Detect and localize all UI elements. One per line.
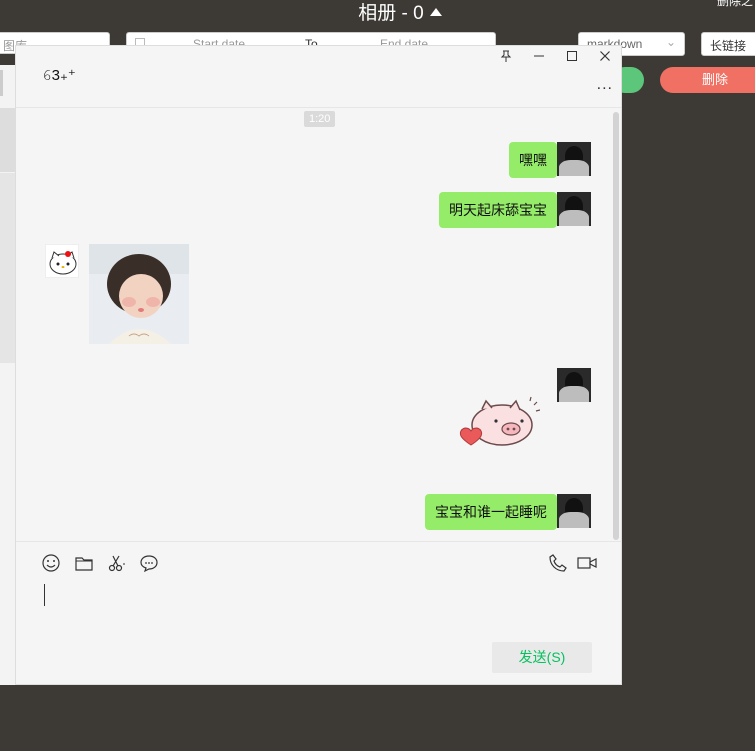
close-icon[interactable] [596,50,614,65]
scissors-icon[interactable] [106,552,128,574]
maximize-icon[interactable] [563,50,581,65]
chat-header: 𝟼3₊⁺ ... [16,46,621,108]
minimize-icon[interactable] [530,50,548,65]
message-bubble[interactable]: 嘿嘿 [509,142,563,178]
my-avatar[interactable] [557,494,591,528]
video-icon[interactable] [576,552,598,574]
my-avatar[interactable] [557,192,591,226]
phone-icon[interactable] [547,552,569,574]
my-avatar[interactable] [557,368,591,402]
folder-icon[interactable] [73,552,95,574]
delete-button[interactable]: 删除 [660,67,755,93]
my-avatar[interactable] [557,142,591,176]
chevron-down-icon: ⌄ [665,35,676,49]
send-button[interactable]: 发送(S) [492,642,592,673]
emoji-icon[interactable] [40,552,62,574]
message-bubble[interactable]: 宝宝和谁一起睡呢 [425,494,563,530]
message-input-area[interactable]: 发送(S) [16,541,621,686]
chat-bubble-icon[interactable] [138,552,160,574]
image-message-baby[interactable] [89,244,189,344]
album-title: 相册 - 0 [0,0,755,25]
chat-window: 𝟼3₊⁺ ... 1:20 嘿嘿 明天起床舔宝宝 宝宝和谁一起睡呢 发送(S) [15,45,622,685]
caret-up-icon[interactable] [429,8,442,16]
long-link-button[interactable]: 长链接 [701,32,755,56]
contact-name[interactable]: 𝟼3₊⁺ [42,66,76,84]
message-list: 1:20 嘿嘿 明天起床舔宝宝 宝宝和谁一起睡呢 [16,109,621,541]
contact-avatar[interactable] [45,244,79,278]
scrollbar[interactable] [613,112,619,540]
message-bubble[interactable]: 明天起床舔宝宝 [439,192,563,228]
more-options-icon[interactable]: ... [597,76,613,94]
pin-icon[interactable] [497,50,515,65]
sticker-pig-heart[interactable] [456,391,541,449]
text-cursor [44,584,45,606]
top-right-label[interactable]: 删除之 [717,0,753,9]
time-divider: 1:20 [304,111,336,127]
